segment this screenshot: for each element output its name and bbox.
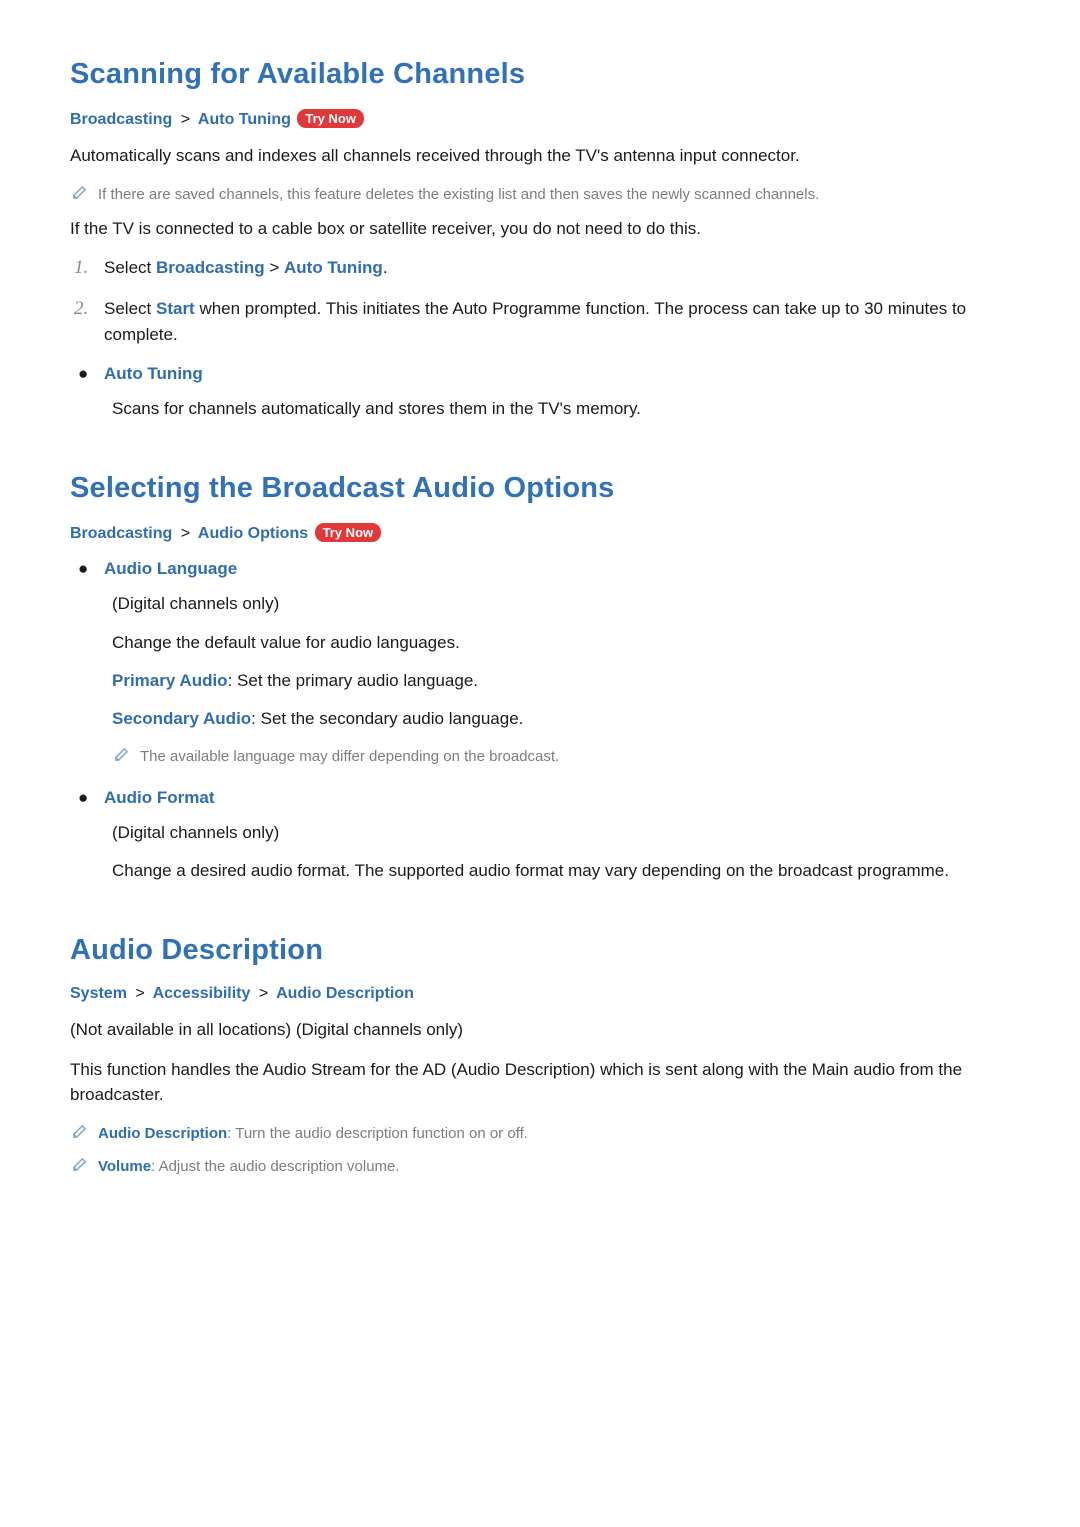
note-row: If there are saved channels, this featur… xyxy=(70,183,1016,206)
body-paragraph: (Not available in all locations) (Digita… xyxy=(70,1017,1016,1043)
pencil-icon xyxy=(72,1122,98,1139)
breadcrumb-separator: > xyxy=(177,525,194,542)
step-number: 2. xyxy=(74,296,104,322)
note-text: Audio Description: Turn the audio descri… xyxy=(98,1122,528,1145)
bullet-head: ● Auto Tuning xyxy=(78,362,1016,386)
note-text: Volume: Adjust the audio description vol… xyxy=(98,1155,400,1178)
breadcrumb-item: Auto Tuning xyxy=(198,111,291,128)
bullet-dot-icon: ● xyxy=(78,557,104,581)
section-title: Audio Description xyxy=(70,934,1016,967)
breadcrumb-item: Audio Description xyxy=(276,985,414,1002)
section-title: Scanning for Available Channels xyxy=(70,58,1016,91)
breadcrumb: Broadcasting > Audio Options Try Now xyxy=(70,523,1016,543)
ordered-steps: 1. Select Broadcasting > Auto Tuning. 2.… xyxy=(70,255,1016,348)
bullet-body: Primary Audio: Set the primary audio lan… xyxy=(112,668,1016,694)
breadcrumb-separator: > xyxy=(177,111,194,128)
option-term: Volume xyxy=(98,1158,151,1175)
section-title: Selecting the Broadcast Audio Options xyxy=(70,472,1016,505)
bullet-item: ● Auto Tuning Scans for channels automat… xyxy=(78,362,1016,422)
bullet-body: Change a desired audio format. The suppo… xyxy=(112,858,1016,884)
breadcrumb-item: Audio Options xyxy=(198,525,308,542)
section-audio-description: Audio Description System > Accessibility… xyxy=(70,934,1016,1178)
option-term: Audio Description xyxy=(98,1125,227,1142)
section-audio-options: Selecting the Broadcast Audio Options Br… xyxy=(70,472,1016,884)
note-text: The available language may differ depend… xyxy=(140,745,559,768)
step-text: Select xyxy=(104,258,156,277)
bullet-title: Auto Tuning xyxy=(104,362,203,386)
bullet-title: Audio Language xyxy=(104,557,237,581)
menu-term: Broadcasting xyxy=(156,258,265,277)
try-now-badge: Try Now xyxy=(315,523,382,542)
bullet-head: ● Audio Format xyxy=(78,786,1016,810)
step-item: 2. Select Start when prompted. This init… xyxy=(74,296,1016,349)
try-now-badge: Try Now xyxy=(297,109,364,128)
pencil-icon xyxy=(72,1155,98,1172)
bullet-body: (Digital channels only) xyxy=(112,820,1016,846)
bullet-body: (Digital channels only) xyxy=(112,591,1016,617)
bullet-list: ● Auto Tuning Scans for channels automat… xyxy=(70,362,1016,422)
body-paragraph: This function handles the Audio Stream f… xyxy=(70,1057,1016,1108)
step-body: Select Broadcasting > Auto Tuning. xyxy=(104,255,388,281)
pencil-icon xyxy=(72,183,98,200)
bullet-head: ● Audio Language xyxy=(78,557,1016,581)
breadcrumb-item: Accessibility xyxy=(153,985,251,1002)
option-desc: : Set the primary audio language. xyxy=(228,671,478,690)
bullet-dot-icon: ● xyxy=(78,786,104,810)
option-desc: : Set the secondary audio language. xyxy=(251,709,523,728)
pencil-icon xyxy=(114,745,140,762)
breadcrumb: System > Accessibility > Audio Descripti… xyxy=(70,985,1016,1003)
breadcrumb-item: Broadcasting xyxy=(70,111,172,128)
note-row: The available language may differ depend… xyxy=(112,745,1016,768)
menu-term: Auto Tuning xyxy=(284,258,383,277)
bullet-body: Secondary Audio: Set the secondary audio… xyxy=(112,706,1016,732)
bullet-item-audio-language: ● Audio Language (Digital channels only)… xyxy=(78,557,1016,767)
body-paragraph: If the TV is connected to a cable box or… xyxy=(70,216,1016,242)
step-text: when prompted. This initiates the Auto P… xyxy=(104,299,966,344)
note-text: If there are saved channels, this featur… xyxy=(98,183,819,206)
breadcrumb: Broadcasting > Auto Tuning Try Now xyxy=(70,109,1016,129)
step-text: > xyxy=(265,258,284,277)
bullet-title: Audio Format xyxy=(104,786,215,810)
option-desc: : Adjust the audio description volume. xyxy=(151,1158,399,1175)
section-scanning-channels: Scanning for Available Channels Broadcas… xyxy=(70,58,1016,422)
step-number: 1. xyxy=(74,255,104,281)
intro-paragraph: Automatically scans and indexes all chan… xyxy=(70,143,1016,169)
step-text: . xyxy=(383,258,388,277)
breadcrumb-item: System xyxy=(70,985,127,1002)
bullet-list: ● Audio Language (Digital channels only)… xyxy=(70,557,1016,884)
breadcrumb-item: Broadcasting xyxy=(70,525,172,542)
bullet-body: Change the default value for audio langu… xyxy=(112,630,1016,656)
step-body: Select Start when prompted. This initiat… xyxy=(104,296,1016,349)
option-term: Primary Audio xyxy=(112,671,228,690)
note-row: Volume: Adjust the audio description vol… xyxy=(70,1155,1016,1178)
bullet-item-audio-format: ● Audio Format (Digital channels only) C… xyxy=(78,786,1016,884)
bullet-dot-icon: ● xyxy=(78,362,104,386)
note-row: Audio Description: Turn the audio descri… xyxy=(70,1122,1016,1145)
bullet-body: Scans for channels automatically and sto… xyxy=(112,396,1016,422)
option-term: Secondary Audio xyxy=(112,709,251,728)
step-item: 1. Select Broadcasting > Auto Tuning. xyxy=(74,255,1016,281)
breadcrumb-separator: > xyxy=(131,985,148,1002)
breadcrumb-separator: > xyxy=(255,985,272,1002)
menu-term: Start xyxy=(156,299,195,318)
option-desc: : Turn the audio description function on… xyxy=(227,1125,528,1142)
step-text: Select xyxy=(104,299,156,318)
